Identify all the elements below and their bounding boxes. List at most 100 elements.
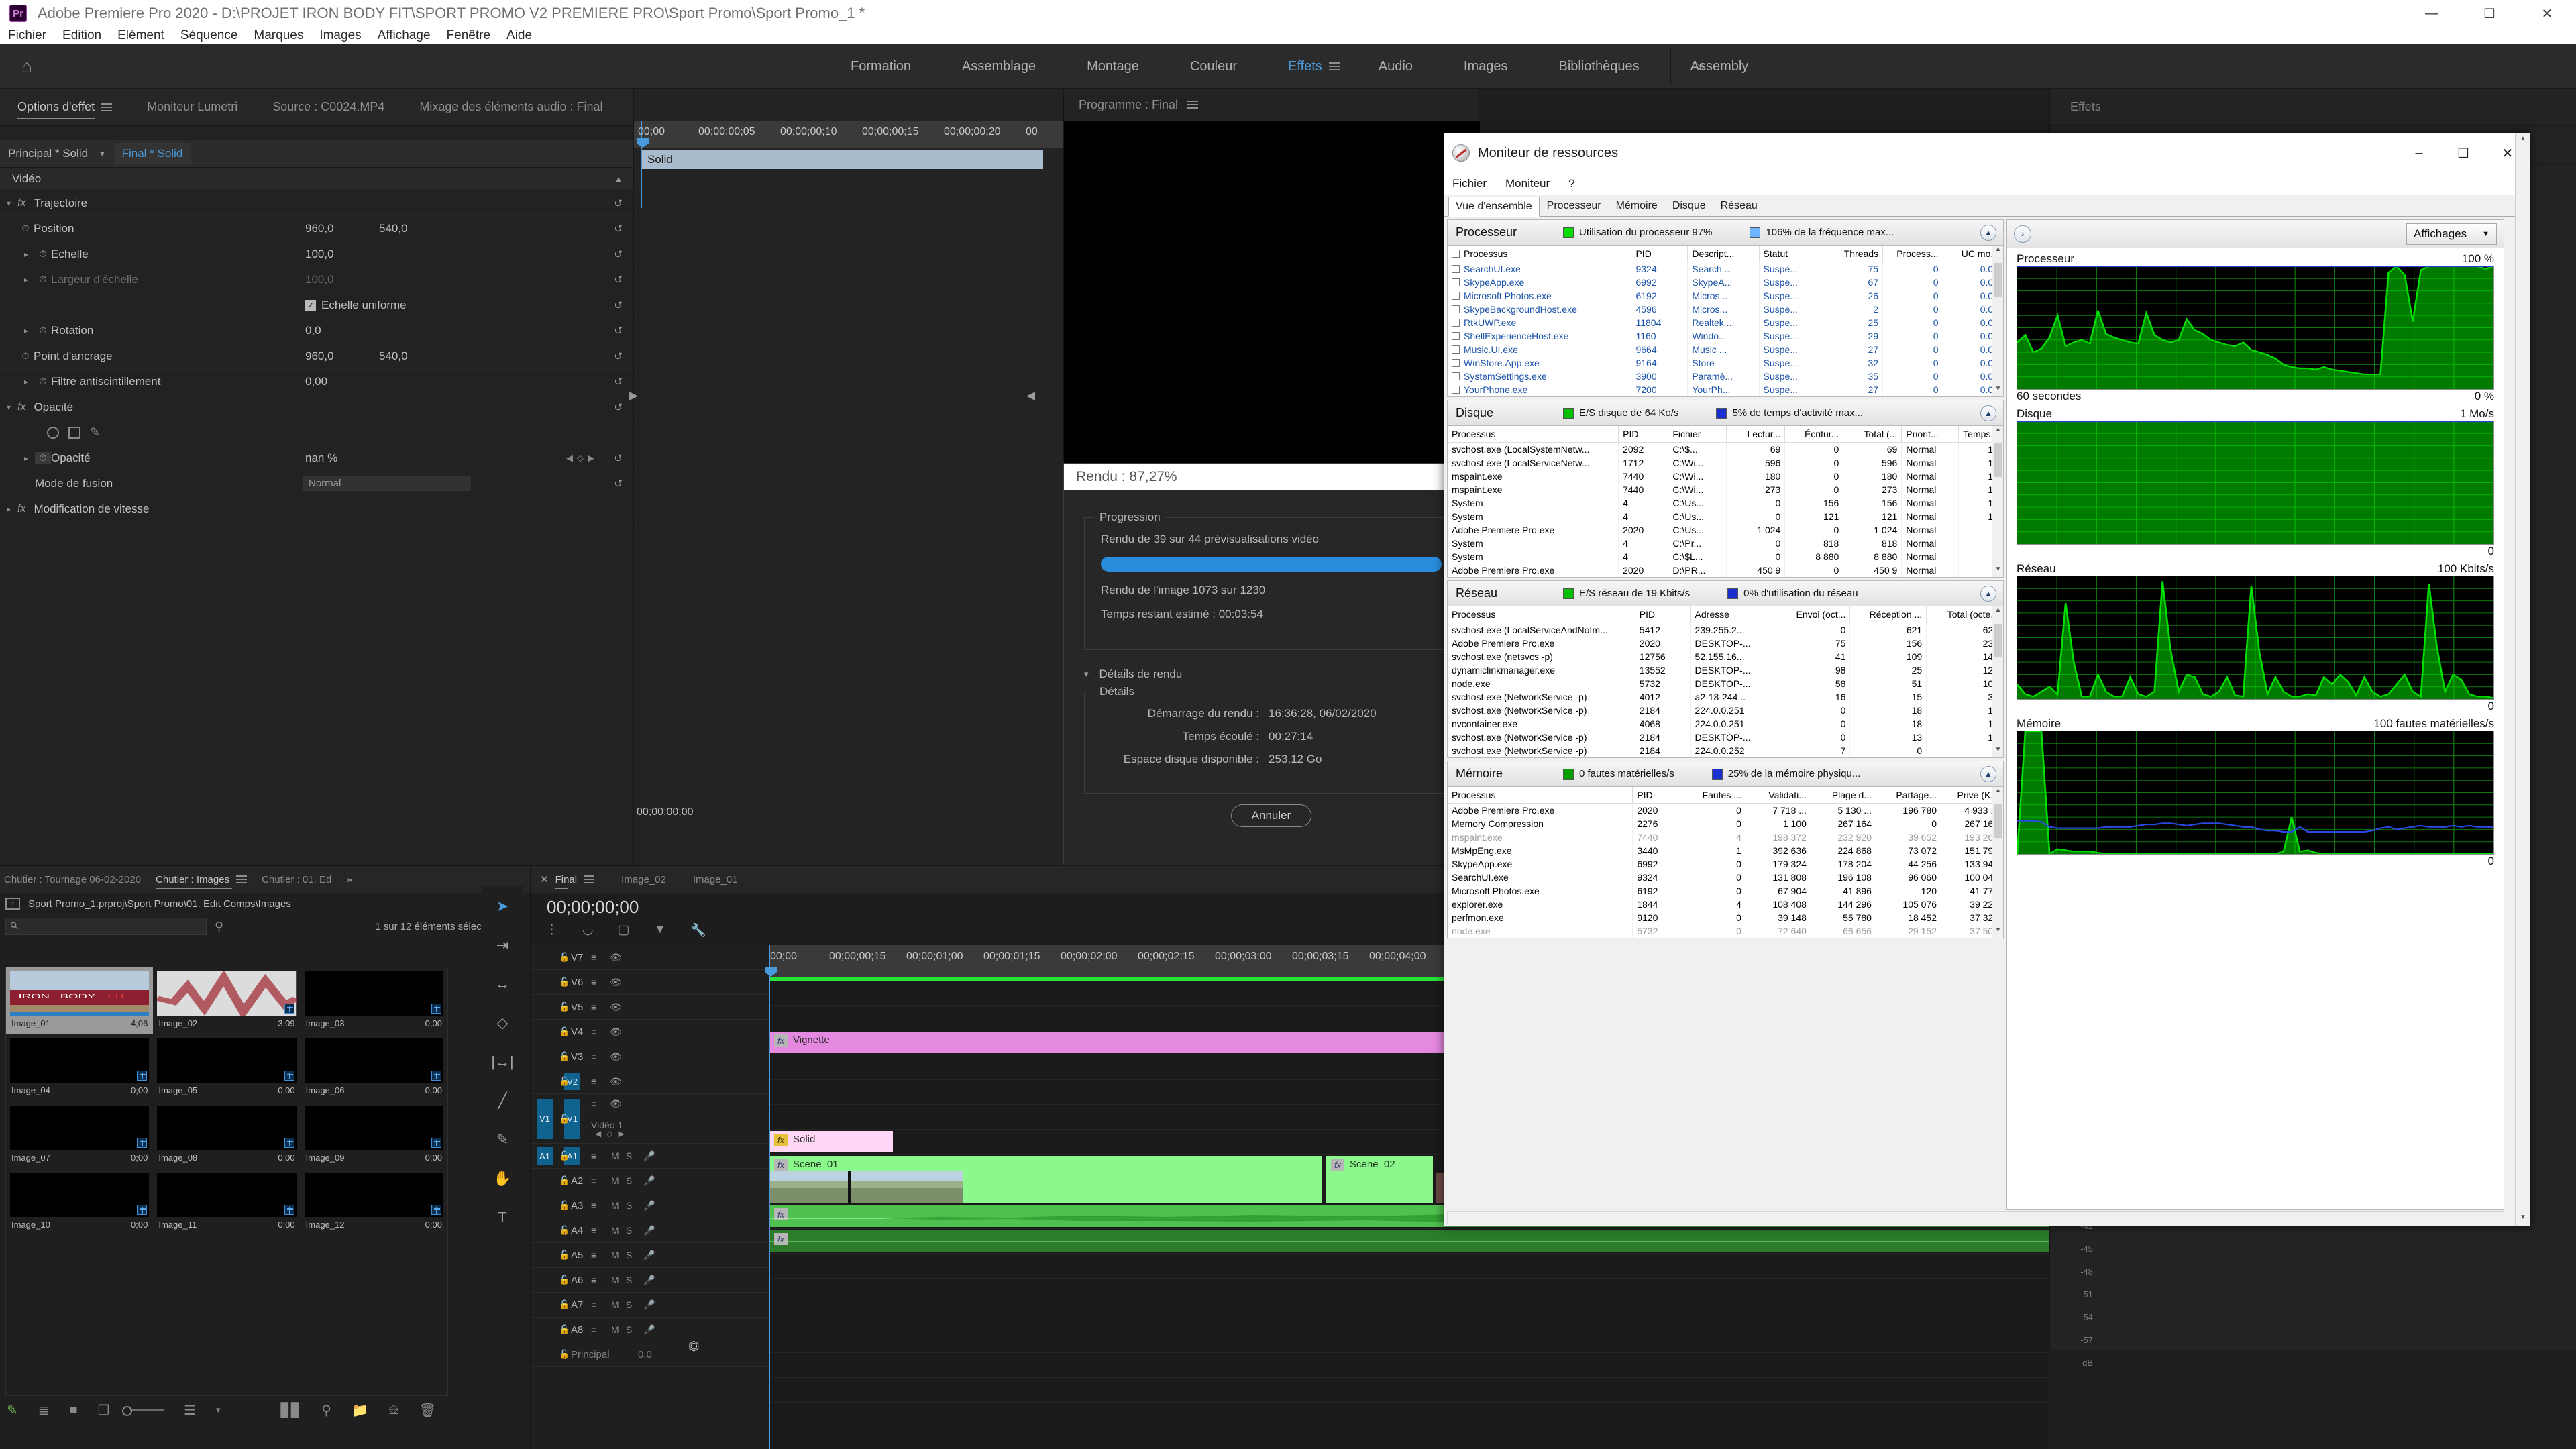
source-patch-a1[interactable]: A1 [537,1147,553,1165]
voice-record-icon[interactable]: 🎤 [643,1324,655,1336]
mute-button[interactable]: M [611,1225,619,1236]
col-partageable[interactable]: Partage... [1876,787,1942,804]
sync-lock-icon[interactable]: ≡ [591,1275,596,1285]
new-bin-icon[interactable]: 📁 [352,1402,368,1419]
property-opacite[interactable]: ▸ ⏱ Opacité nan % ◀◇▶ ↺ [0,445,633,471]
workspace-tab-effets[interactable]: Effets [1288,59,1322,74]
icon-view-icon[interactable]: ■ [70,1403,78,1418]
search-input[interactable] [5,918,207,935]
panel-menu-icon[interactable] [584,875,595,883]
rm-tab-disque[interactable]: Disque [1665,196,1713,216]
col-processus[interactable]: Processus [1448,787,1633,804]
rate-stretch-tool-icon[interactable]: |↔| [491,1053,513,1071]
timeline-row-a6[interactable] [769,1328,2049,1353]
reset-icon[interactable]: ↺ [614,350,623,362]
tab-mixage-audio[interactable]: Mixage des éléments audio : Final [419,89,602,126]
property-trajectoire[interactable]: ▾ fx Trajectoire ↺ [0,191,633,216]
rm-menu-help[interactable]: ? [1568,177,1574,191]
reset-icon[interactable]: ↺ [614,248,623,260]
col-processeur[interactable]: Process... [1882,246,1943,262]
lock-icon[interactable]: 🔓 [559,977,570,987]
scroll-up-icon[interactable]: ▲ [1992,606,2004,618]
sync-lock-icon[interactable]: ≡ [591,952,596,963]
eye-icon[interactable]: 👁 [610,1002,622,1013]
reset-icon[interactable]: ↺ [614,223,623,235]
panel-menu-icon[interactable] [101,103,113,111]
solo-button[interactable]: S [626,1250,632,1260]
expand-icon[interactable]: ▸ [0,504,17,514]
workspace-tab-assemblage[interactable]: Assemblage [962,59,1036,74]
workspace-tab-couleur[interactable]: Couleur [1190,59,1237,74]
list-item[interactable]: Image_03 0;00 [301,967,447,1034]
sync-lock-icon[interactable]: ≡ [591,1076,596,1087]
lock-icon[interactable]: 🔓 [559,1002,570,1012]
mute-button[interactable]: M [611,1275,619,1285]
project-tabs-overflow-icon[interactable]: » [346,866,352,893]
stopwatch-icon[interactable]: ⏱ [35,376,51,387]
minimize-button[interactable]: — [2403,0,2461,27]
tab-image-01[interactable]: Image_01 [693,866,738,893]
row-checkbox[interactable] [1452,386,1460,394]
voice-record-icon[interactable]: 🎤 [643,1175,655,1187]
timeline-row-a7[interactable] [769,1353,2049,1378]
mute-button[interactable]: M [611,1150,619,1161]
voice-record-icon[interactable]: 🎤 [643,1299,655,1311]
section-header[interactable]: Réseau E/S réseau de 19 Kbits/s 0% d'uti… [1448,581,2003,606]
collapse-track-icon[interactable]: ⏣ [688,1339,700,1354]
col-ecriture[interactable]: Écritur... [1784,426,1844,443]
lock-icon[interactable]: 🔓 [559,1150,570,1161]
collapse-icon[interactable]: ▲ [1980,585,1996,602]
freeform-view-icon[interactable]: ❐ [98,1402,110,1419]
sync-lock-icon[interactable]: ≡ [591,1324,596,1335]
track-header-a4[interactable]: 🔓 A4 ≡ M S 🎤 [531,1218,769,1243]
track-header-master[interactable]: 🔓 Principal 0,0 ⏣ [531,1339,769,1367]
timeline-clip-scene-02[interactable]: fx Scene_02 [1326,1156,1433,1203]
zoom-slider[interactable] [121,1406,164,1416]
timeline-clip-scene-01[interactable]: fx Scene_01 [769,1156,1322,1203]
lock-icon[interactable]: 🔓 [559,1026,570,1037]
expand-icon[interactable]: ▸ [17,326,35,335]
fx-expand-left-icon[interactable]: ▶ [629,389,638,402]
scrollbar-thumb[interactable] [1994,443,2002,477]
tab-chutier-edit[interactable]: Chutier : 01. Ed [262,866,331,893]
mute-button[interactable]: M [611,1299,619,1310]
reset-icon[interactable]: ↺ [614,325,623,337]
list-item[interactable]: Image_09 0;00 [301,1102,447,1169]
selection-tool-icon[interactable]: ➤ [496,898,508,915]
property-value-x[interactable]: 960,0 [305,350,334,363]
rectangle-mask-icon[interactable] [68,426,80,439]
voice-record-icon[interactable]: 🎤 [643,1275,655,1286]
list-item[interactable]: Image_08 0;00 [153,1102,300,1169]
collapse-icon[interactable]: ▲ [1980,224,1996,241]
tab-image-02[interactable]: Image_02 [621,866,666,893]
section-header[interactable]: Mémoire 0 fautes matérielles/s 25% de la… [1448,761,2003,787]
menu-affichage[interactable]: Affichage [378,28,431,43]
workspace-menu-icon[interactable] [1328,62,1340,70]
eye-icon[interactable]: 👁 [610,1076,622,1087]
network-table-scrollbar[interactable]: ▲ ▼ [1992,606,2003,757]
ripple-edit-tool-icon[interactable]: ↔ [495,975,510,993]
mini-timeline-ruler[interactable]: 00;00 00;00;00;05 00;00;00;10 00;00;00;1… [634,121,1063,148]
track-header-v6[interactable]: 🔓 V6 ≡ 👁 [531,970,769,995]
list-item[interactable]: Image_05 0;00 [153,1034,300,1102]
row-checkbox[interactable] [1452,372,1460,380]
video-section-header[interactable]: Vidéo ▲ [0,168,633,191]
eye-icon[interactable]: 👁 [610,1026,622,1038]
stopwatch-icon[interactable]: ⏱ [35,248,51,260]
list-item[interactable]: Image_02 3;09 [153,967,300,1034]
row-checkbox[interactable] [1452,278,1460,286]
track-header-a6[interactable]: 🔓 A6 ≡ M S 🎤 [531,1268,769,1293]
row-checkbox[interactable] [1452,332,1460,340]
sync-lock-icon[interactable]: ≡ [591,1225,596,1236]
mute-button[interactable]: M [611,1200,619,1211]
col-threads[interactable]: Threads [1823,246,1884,262]
sync-lock-icon[interactable]: ≡ [591,1098,596,1109]
folder-up-icon[interactable]: ↑ [5,898,20,910]
sync-lock-icon[interactable]: ≡ [591,1150,596,1161]
lock-icon[interactable]: 🔓 [559,952,570,963]
list-view-icon[interactable]: ≣ [38,1402,50,1419]
scroll-up-icon[interactable]: ▲ [1992,426,2004,437]
scroll-up-icon[interactable]: ▲ [1992,787,2004,798]
find-icon[interactable]: ⚲ [321,1402,331,1419]
workspace-tab-formation[interactable]: Formation [851,59,911,74]
